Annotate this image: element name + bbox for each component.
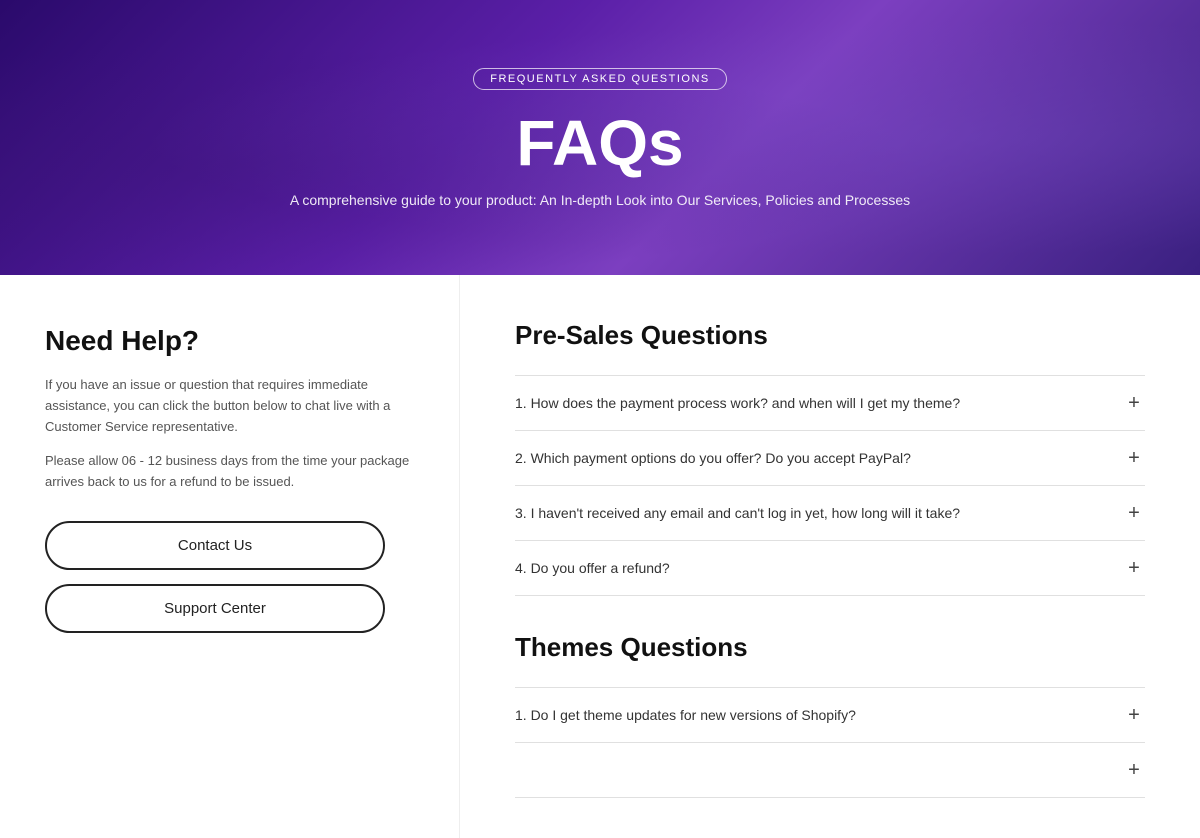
faq-item-2[interactable]: 2. Which payment options do you offer? D… (515, 431, 1145, 486)
faq-question-3: 3. I haven't received any email and can'… (515, 503, 980, 524)
need-help-heading: Need Help? (45, 325, 414, 357)
support-center-button[interactable]: Support Center (45, 584, 385, 633)
expand-icon-themes-1: + (1123, 704, 1145, 726)
expand-icon-4: + (1123, 557, 1145, 579)
contact-us-button[interactable]: Contact Us (45, 521, 385, 570)
faq-question-4: 4. Do you offer a refund? (515, 558, 690, 579)
faq-item-4[interactable]: 4. Do you offer a refund? + (515, 541, 1145, 596)
expand-icon-3: + (1123, 502, 1145, 524)
pre-sales-title: Pre-Sales Questions (515, 320, 1145, 351)
hero-section: FREQUENTLY ASKED QUESTIONS FAQs A compre… (0, 0, 1200, 275)
faq-item-themes-2[interactable]: + (515, 743, 1145, 798)
page-title: FAQs (516, 106, 683, 180)
main-content: Need Help? If you have an issue or quest… (0, 275, 1200, 838)
faq-item-1[interactable]: 1. How does the payment process work? an… (515, 375, 1145, 431)
expand-icon-1: + (1123, 392, 1145, 414)
hero-subtitle: A comprehensive guide to your product: A… (290, 192, 910, 208)
left-panel: Need Help? If you have an issue or quest… (0, 275, 460, 838)
faq-question-2: 2. Which payment options do you offer? D… (515, 448, 931, 469)
need-help-description: If you have an issue or question that re… (45, 375, 414, 437)
themes-title: Themes Questions (515, 632, 1145, 663)
right-panel: Pre-Sales Questions 1. How does the paym… (460, 275, 1200, 838)
themes-section: Themes Questions 1. Do I get theme updat… (515, 632, 1145, 798)
faq-item-3[interactable]: 3. I haven't received any email and can'… (515, 486, 1145, 541)
need-help-note: Please allow 06 - 12 business days from … (45, 451, 414, 493)
expand-icon-2: + (1123, 447, 1145, 469)
expand-icon-themes-2: + (1123, 759, 1145, 781)
faq-question-1: 1. How does the payment process work? an… (515, 393, 980, 414)
faq-item-themes-1[interactable]: 1. Do I get theme updates for new versio… (515, 687, 1145, 743)
faq-question-themes-1: 1. Do I get theme updates for new versio… (515, 705, 876, 726)
faq-badge: FREQUENTLY ASKED QUESTIONS (473, 68, 727, 90)
